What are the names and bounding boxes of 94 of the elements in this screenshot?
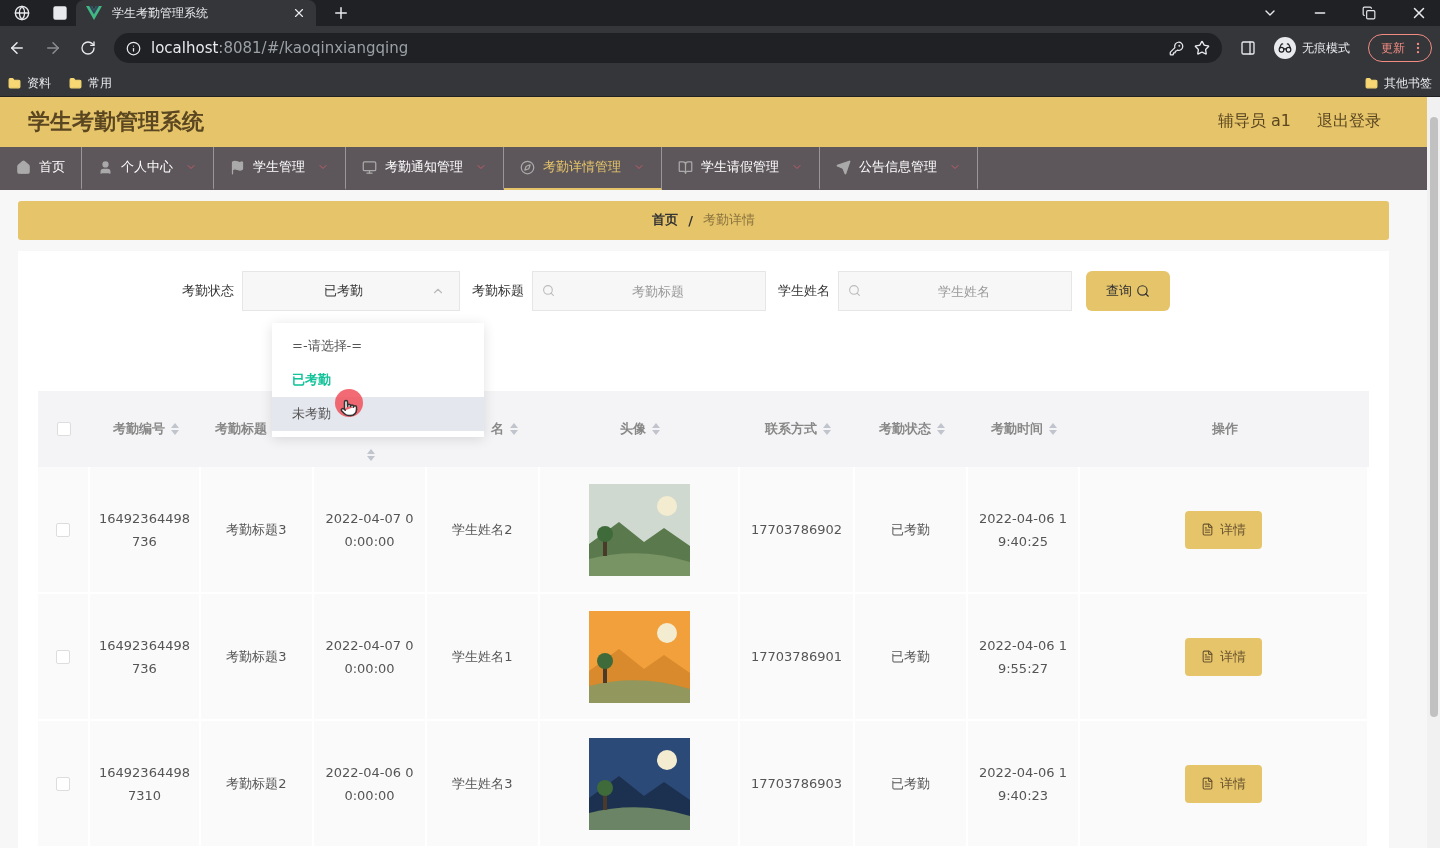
nav-tab[interactable]: 考勤详情管理 [504, 146, 662, 190]
side-panel-icon[interactable] [1240, 40, 1256, 56]
detail-button[interactable]: 详情 [1185, 764, 1262, 803]
tab-title: 学生考勤管理系统 [112, 4, 209, 22]
tab-logo-icon [86, 6, 102, 20]
table-cell: 已考勤 [855, 467, 968, 594]
table-cell: 学生姓名3 [427, 721, 540, 848]
checkbox[interactable] [56, 776, 70, 791]
dropdown-option[interactable]: 未考勤 [272, 397, 484, 431]
app-title: 学生考勤管理系统 [28, 107, 205, 136]
star-icon[interactable] [1194, 40, 1210, 56]
column-title: 操作 [1211, 420, 1238, 438]
nav-tab[interactable]: 公告信息管理 [820, 146, 978, 190]
back-icon[interactable] [8, 39, 26, 57]
folder-icon [8, 76, 21, 90]
title-search-field[interactable]: 考勤标题 [531, 271, 766, 311]
bookmark[interactable]: 资料 [8, 74, 51, 92]
table-cell: 已考勤 [855, 721, 968, 848]
table-cell: 已考勤 [855, 594, 968, 721]
breadcrumb-separator: / [688, 212, 693, 228]
globe-icon[interactable] [14, 5, 30, 21]
table-cell: 考勤标题3 [201, 467, 314, 594]
table-cell: 考勤标题3 [201, 594, 314, 721]
status-select[interactable]: 已考勤 [241, 271, 460, 311]
column-title: 考勤编号 [112, 420, 165, 438]
monitor-icon [362, 159, 377, 175]
search-button[interactable]: 查询 [1085, 271, 1170, 311]
nav-tab[interactable]: 考勤通知管理 [346, 146, 504, 190]
browser-tab[interactable]: 学生考勤管理系统 [76, 0, 316, 26]
table-cell: 2022-04-06 19:40:25 [968, 467, 1080, 594]
breadcrumb-item[interactable]: 首页 [652, 211, 679, 230]
nav-tab[interactable]: 学生管理 [214, 146, 346, 190]
checkbox[interactable] [57, 422, 71, 436]
table-cell: 17703786903 [740, 721, 855, 848]
book-icon [678, 159, 693, 175]
user-label: 辅导员 a1 [1217, 111, 1291, 133]
forward-icon[interactable] [44, 39, 62, 57]
flag-icon [230, 159, 245, 175]
home-icon [16, 159, 31, 175]
bookmark[interactable]: 其他书签 [1365, 74, 1432, 92]
filter-label: 考勤状态 [181, 282, 234, 300]
document-icon [1201, 523, 1214, 536]
column-title: 考勤标题 [215, 420, 267, 438]
restore-icon[interactable] [1362, 6, 1376, 20]
folder-icon [69, 76, 82, 90]
filter-label: 学生姓名 [777, 282, 830, 300]
checkbox[interactable] [56, 522, 70, 537]
nav-tab[interactable]: 个人中心 [82, 146, 214, 190]
key-icon[interactable] [1169, 40, 1184, 56]
table-cell: 2022-04-07 00:00:00 [314, 467, 427, 594]
compass-icon [520, 159, 535, 175]
reload-icon[interactable] [80, 40, 96, 56]
detail-button[interactable]: 详情 [1185, 637, 1262, 676]
folder-icon [1365, 76, 1378, 90]
name-search-field[interactable]: 学生姓名 [837, 271, 1072, 311]
column-title: 考勤状态 [878, 420, 931, 438]
document-icon [1201, 777, 1214, 790]
table-cell: 164923644987310 [90, 721, 201, 848]
paper-plane-icon [836, 159, 851, 175]
window-icon[interactable] [52, 5, 68, 21]
table-cell: 考勤标题2 [201, 721, 314, 848]
table-cell: 16492364498736 [90, 467, 201, 594]
nav-tab[interactable]: 首页 [0, 146, 82, 190]
column-title: 名 [491, 420, 504, 438]
table-cell: 2022-04-06 19:40:23 [968, 721, 1080, 848]
detail-button[interactable]: 详情 [1185, 510, 1262, 549]
table-cell: 2022-04-06 19:55:27 [968, 594, 1080, 721]
table-cell: 17703786901 [740, 594, 855, 721]
column-title: 头像 [620, 420, 646, 438]
profile-label: 无痕模式 [1302, 39, 1350, 57]
info-icon [126, 40, 141, 56]
table-cell: 2022-04-07 00:00:00 [314, 594, 427, 721]
checkbox[interactable] [56, 649, 70, 664]
user-icon [98, 159, 113, 175]
table-cell: 2022-04-06 00:00:00 [314, 721, 427, 848]
logout-link[interactable]: 退出登录 [1317, 111, 1381, 133]
document-icon [1201, 650, 1214, 663]
address-bar[interactable]: localhost:8081/#/kaoqinxiangqing [114, 33, 1222, 63]
bookmark[interactable]: 常用 [69, 74, 112, 92]
search-icon [541, 284, 555, 297]
nav-tab[interactable]: 学生请假管理 [662, 146, 820, 190]
search-icon [1135, 284, 1150, 298]
column-title: 联系方式 [764, 420, 817, 438]
close-icon[interactable] [292, 6, 306, 20]
table-cell: 学生姓名2 [427, 467, 540, 594]
incognito-icon[interactable] [1274, 37, 1296, 59]
dropdown-option[interactable]: =-请选择-= [272, 329, 484, 363]
table-cell: 16492364498736 [90, 594, 201, 721]
column-title: 考勤时间 [991, 420, 1043, 438]
table-cell: 17703786902 [740, 467, 855, 594]
search-icon [847, 284, 861, 297]
scroll-bar[interactable] [1427, 97, 1440, 848]
table-cell: 学生姓名1 [427, 594, 540, 721]
filter-label: 考勤标题 [471, 282, 524, 300]
